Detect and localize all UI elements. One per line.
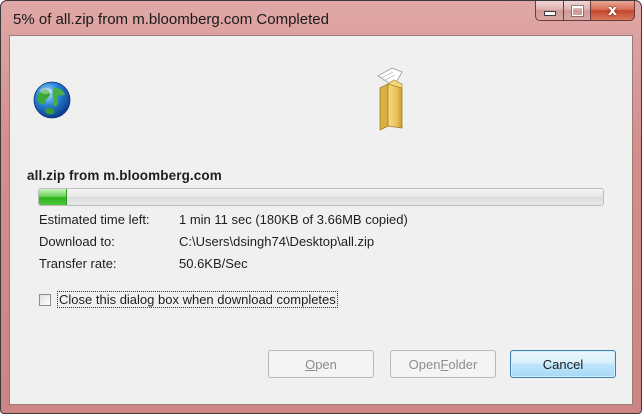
download-to-label: Download to: [39,234,115,249]
download-to-value: C:\Users\dsingh74\Desktop\all.zip [179,234,375,249]
globe-icon [33,81,71,119]
download-progress-bar [38,188,604,206]
transfer-rate-value: 50.6KB/Sec [179,256,248,271]
maximize-icon [571,5,583,16]
open-folder-button-rest: older [448,356,478,372]
dialog-body: all.zip from m.bloomberg.com Estimated t… [9,35,633,405]
folder-with-paper-icon [377,67,403,131]
minimize-icon [543,11,556,16]
download-progress-fill [39,189,68,205]
close-when-done-label[interactable]: Close this dialog box when download comp… [57,291,338,308]
close-when-done-checkbox[interactable] [39,293,51,306]
estimated-time-label: Estimated time left: [39,212,150,227]
estimated-time-value: 1 min 11 sec (180KB of 3.66MB copied) [179,212,408,227]
window-title: 5% of all.zip from m.bloomberg.com Compl… [13,11,329,28]
close-when-done-option[interactable]: Close this dialog box when download comp… [39,291,338,308]
open-button[interactable]: Open [268,350,374,378]
open-button-accel: O [305,356,316,372]
open-folder-button-prefix: Open [408,356,441,372]
open-button-rest: pen [315,356,337,372]
download-file-label: all.zip from m.bloomberg.com [27,168,222,183]
maximize-button[interactable] [563,1,590,21]
transfer-rate-row: Transfer rate: 50.6KB/Sec [39,256,248,271]
close-button[interactable]: x [590,1,635,21]
caption-buttons: x [535,1,635,23]
transfer-rate-label: Transfer rate: [39,256,117,271]
close-icon: x [607,2,618,19]
cancel-button[interactable]: Cancel [510,350,616,378]
title-bar[interactable]: 5% of all.zip from m.bloomberg.com Compl… [1,1,641,35]
estimated-time-row: Estimated time left: 1 min 11 sec (180KB … [39,212,408,227]
open-folder-button-accel: F [440,356,449,372]
download-dialog-window: 5% of all.zip from m.bloomberg.com Compl… [0,0,642,414]
open-folder-button[interactable]: Open Folder [390,350,496,378]
download-to-row: Download to: C:\Users\dsingh74\Desktop\al… [39,234,374,249]
minimize-button[interactable] [535,1,563,21]
